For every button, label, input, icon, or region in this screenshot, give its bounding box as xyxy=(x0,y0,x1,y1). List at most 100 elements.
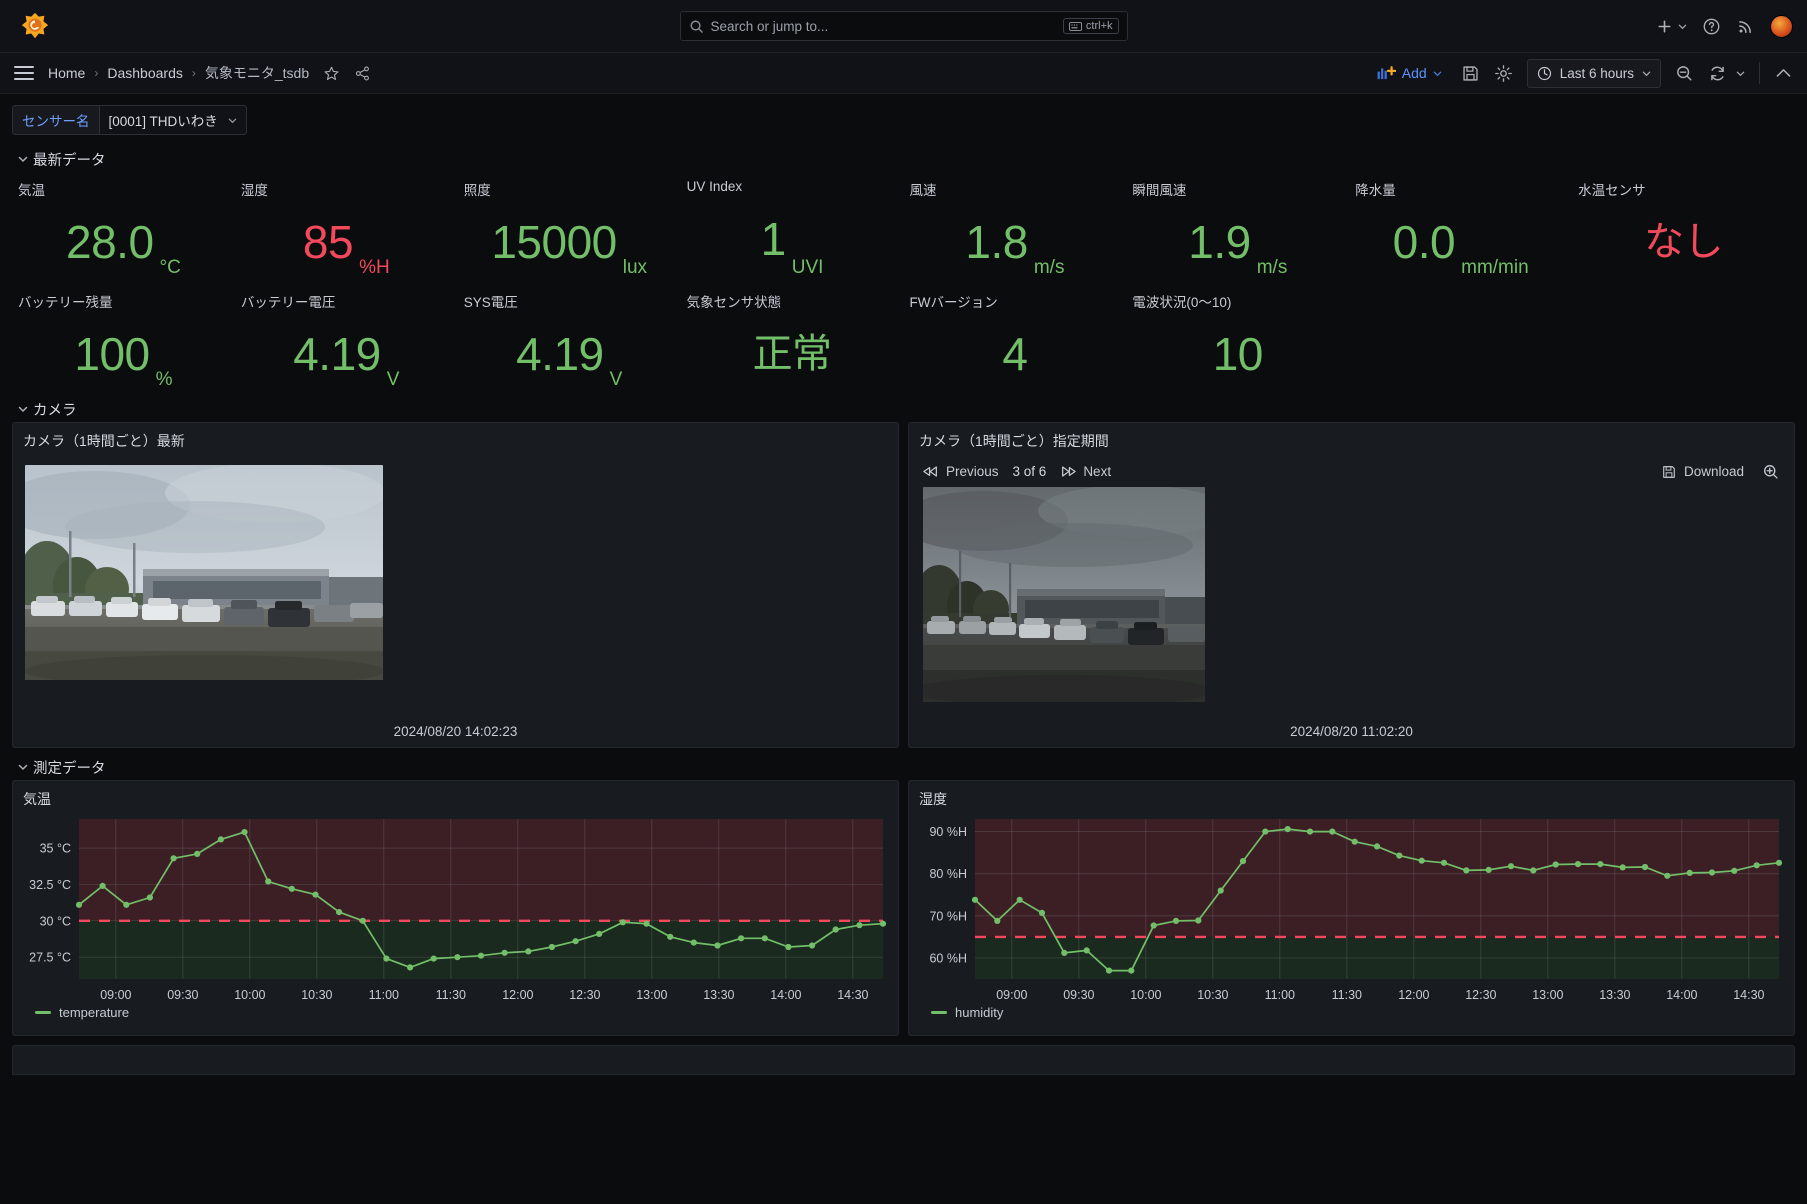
stat-value: 1 xyxy=(761,216,786,262)
data-point xyxy=(1486,867,1492,873)
stat-panel[interactable]: 気象センサ状態正常 xyxy=(681,284,904,396)
stat-panel[interactable]: 照度15000lux xyxy=(458,172,681,284)
stat-panel[interactable]: バッテリー残量100% xyxy=(12,284,235,396)
search-icon xyxy=(689,19,704,34)
breadcrumb-item-home[interactable]: Home xyxy=(48,65,85,81)
data-point xyxy=(1396,853,1402,859)
stat-panel[interactable]: UV Index1UVI xyxy=(681,172,904,284)
chevron-down-icon xyxy=(1678,22,1687,31)
zoom-out-time-icon[interactable] xyxy=(1675,64,1694,83)
add-panel-icon xyxy=(1377,65,1396,81)
humidity-plot-area[interactable]: 09:0009:3010:0010:3011:0011:3012:0012:30… xyxy=(909,813,1794,1021)
stat-panel[interactable]: FWバージョン4 xyxy=(904,284,1127,396)
stat-panel[interactable]: 湿度85%H xyxy=(235,172,458,284)
stat-value-group: 1UVI xyxy=(681,194,904,284)
x-axis-tick-label: 12:30 xyxy=(569,988,600,1002)
data-point xyxy=(809,942,815,948)
data-point xyxy=(100,883,106,889)
stat-panel[interactable]: 電波状況(0～10)10 xyxy=(1126,284,1349,396)
y-axis-tick-label: 27.5 °C xyxy=(29,951,71,965)
help-icon[interactable] xyxy=(1702,17,1721,36)
stat-panel[interactable]: 瞬間風速1.9m/s xyxy=(1126,172,1349,284)
camera-next-button[interactable]: Next xyxy=(1060,464,1111,479)
x-axis-tick-label: 13:30 xyxy=(1599,988,1630,1002)
search-container: Search or jump to... ctrl+k xyxy=(680,11,1128,41)
variable-value-sensor: [0001] THDいわき xyxy=(109,110,218,130)
refresh-icon[interactable] xyxy=(1708,64,1727,83)
stat-value-group: 4.19V xyxy=(458,311,681,396)
variable-select-sensor[interactable]: [0001] THDいわき xyxy=(99,105,247,135)
refresh-group xyxy=(1708,64,1745,83)
data-point xyxy=(1262,829,1268,835)
camera-download-button[interactable]: Download xyxy=(1661,464,1744,480)
stat-title: SYS電圧 xyxy=(458,291,681,311)
stat-panel[interactable]: 降水量0.0mm/min xyxy=(1349,172,1572,284)
camera-range-timestamp: 2024/08/20 11:02:20 xyxy=(909,724,1794,739)
data-point xyxy=(620,919,626,925)
new-item-button[interactable] xyxy=(1655,17,1687,36)
chevron-down-icon xyxy=(18,762,28,772)
camera-latest-image[interactable] xyxy=(25,465,383,680)
search-input[interactable]: Search or jump to... ctrl+k xyxy=(680,11,1128,41)
stat-unit: UVI xyxy=(792,258,824,284)
data-point xyxy=(194,851,200,857)
x-axis-tick-label: 13:30 xyxy=(703,988,734,1002)
zoom-in-icon[interactable] xyxy=(1762,463,1780,481)
x-axis-tick-label: 09:00 xyxy=(100,988,131,1002)
star-icon[interactable] xyxy=(323,65,340,82)
grafana-dashboard: Search or jump to... ctrl+k xyxy=(0,0,1807,1204)
row-header-measurement-data[interactable]: 測定データ xyxy=(0,754,1807,780)
stat-value-group: 0.0mm/min xyxy=(1349,199,1572,284)
data-point xyxy=(856,922,862,928)
stat-panel[interactable]: SYS電圧4.19V xyxy=(458,284,681,396)
stat-panel[interactable]: 水温センサなし xyxy=(1572,172,1795,284)
stat-panel-grid: 気温28.0°C湿度85%H照度15000luxUV Index1UVI風速1.… xyxy=(0,172,1807,396)
rss-news-icon[interactable] xyxy=(1736,17,1755,36)
stat-value-group: 1.8m/s xyxy=(904,199,1127,284)
stat-title: 電波状況(0～10) xyxy=(1126,291,1349,311)
stat-value: なし xyxy=(1644,222,1723,262)
camera-pager: Previous 3 of 6 Next xyxy=(909,455,1794,479)
stat-title: 降水量 xyxy=(1349,179,1572,199)
camera-page-indicator: 3 of 6 xyxy=(1013,464,1047,479)
time-range-picker[interactable]: Last 6 hours xyxy=(1527,59,1661,88)
x-axis-tick-label: 11:30 xyxy=(1332,988,1362,1002)
toolbar-divider xyxy=(1759,62,1760,84)
user-avatar[interactable] xyxy=(1770,15,1793,38)
temperature-plot-area[interactable]: 09:0009:3010:0010:3011:0011:3012:0012:30… xyxy=(13,813,898,1021)
hamburger-menu-icon[interactable] xyxy=(14,66,34,81)
stat-value: 0.0 xyxy=(1393,219,1455,265)
stat-panel[interactable]: バッテリー電圧4.19V xyxy=(235,284,458,396)
dashboard-settings-gear-icon[interactable] xyxy=(1494,64,1513,83)
stat-panel[interactable]: 気温28.0°C xyxy=(12,172,235,284)
row-header-latest-data[interactable]: 最新データ xyxy=(0,146,1807,172)
camera-previous-button[interactable]: Previous xyxy=(923,464,999,479)
x-axis-tick-label: 13:00 xyxy=(636,988,667,1002)
chevron-down-icon[interactable] xyxy=(1736,69,1745,78)
data-point xyxy=(265,878,271,884)
share-icon[interactable] xyxy=(354,65,371,82)
stat-title: 照度 xyxy=(458,179,681,199)
stat-value: 1.8 xyxy=(965,219,1027,265)
chevron-down-icon xyxy=(1433,69,1442,78)
stat-value-group: 1.9m/s xyxy=(1126,199,1349,284)
data-point xyxy=(502,950,508,956)
stat-panel[interactable]: 風速1.8m/s xyxy=(904,172,1127,284)
x-axis-tick-label: 11:00 xyxy=(1265,988,1295,1002)
stat-unit: m/s xyxy=(1257,258,1288,284)
x-axis-tick-label: 14:00 xyxy=(1666,988,1697,1002)
data-point xyxy=(1754,862,1760,868)
data-point xyxy=(1441,860,1447,866)
row-header-camera[interactable]: カメラ xyxy=(0,396,1807,422)
add-panel-button[interactable]: Add xyxy=(1372,62,1447,84)
save-dashboard-icon[interactable] xyxy=(1461,64,1480,83)
data-point xyxy=(1173,918,1179,924)
data-point xyxy=(454,954,460,960)
collapse-chevron-up-icon[interactable] xyxy=(1774,64,1793,83)
camera-range-image[interactable] xyxy=(923,487,1205,702)
data-point xyxy=(714,942,720,948)
grafana-logo[interactable] xyxy=(20,11,50,41)
data-point xyxy=(691,940,697,946)
data-point xyxy=(431,956,437,962)
breadcrumb-item-dashboards[interactable]: Dashboards xyxy=(107,65,183,81)
